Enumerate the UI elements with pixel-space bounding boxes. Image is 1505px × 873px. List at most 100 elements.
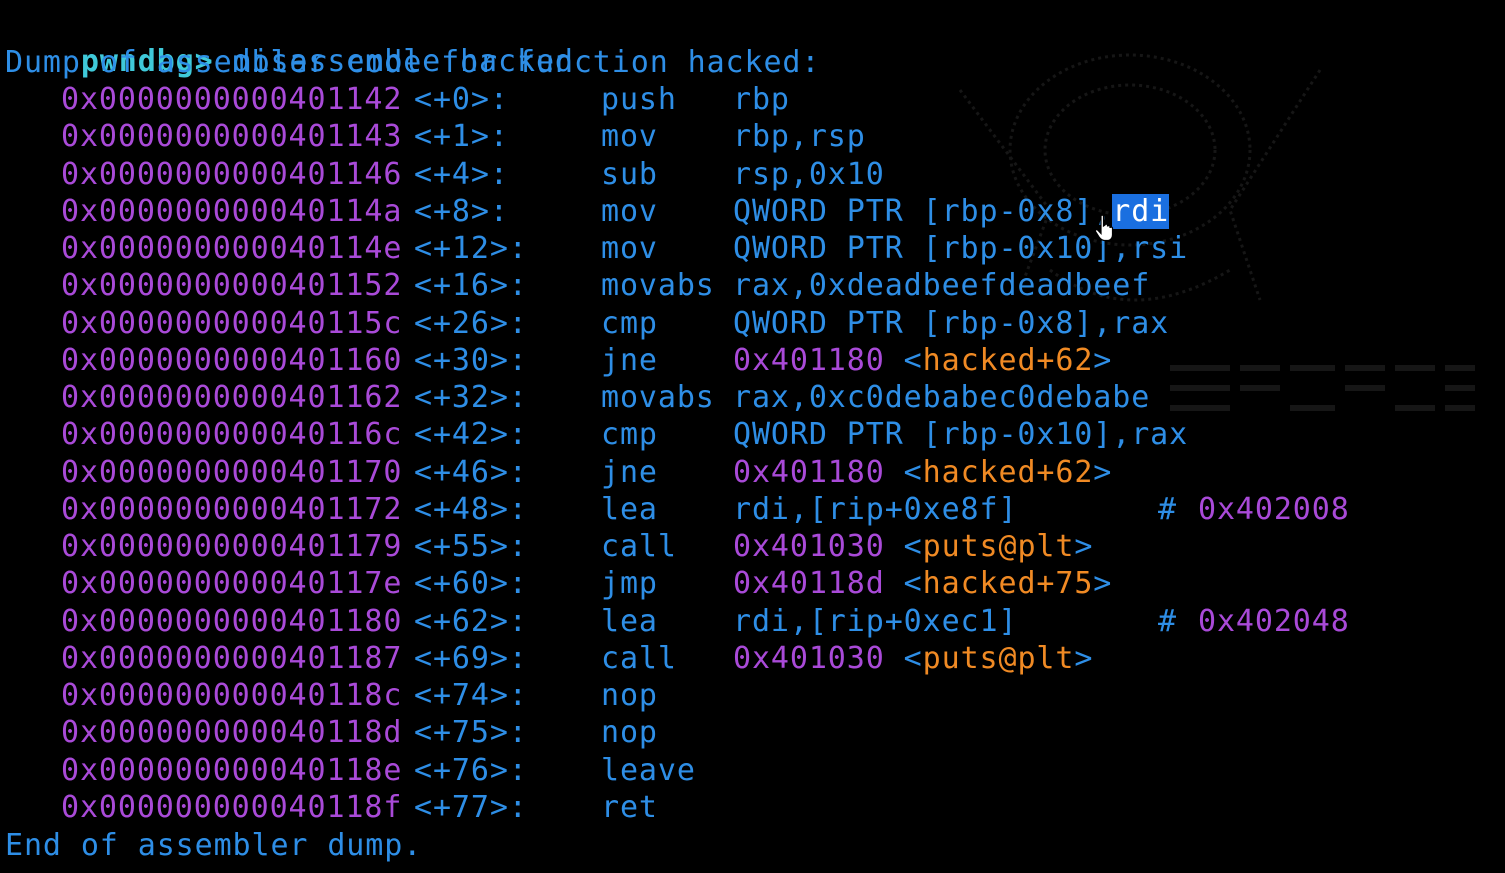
instruction-mnemonic: cmp: [601, 305, 658, 341]
comment-hash: #: [1158, 491, 1177, 527]
disassembly-row: 0x000000000040114a <+8>: mov QWORD PTR [rbp…: [0, 193, 1505, 230]
operands-text: QWORD PTR [rbp-0x8],rax: [733, 305, 1170, 341]
disassembly-row: 0x000000000040117e <+60>: jmp 0x40118d <hac…: [0, 565, 1505, 602]
dump-header: Dump of assembler code for function hack…: [5, 45, 821, 80]
instruction-mnemonic: movabs: [601, 268, 715, 304]
instruction-address: 0x0000000000401170: [61, 454, 403, 490]
instruction-address: 0x0000000000401179: [61, 529, 403, 564]
instruction-address: 0x000000000040114e: [61, 231, 403, 266]
instruction-offset: <+48>:: [414, 491, 528, 527]
target-address: 0x401180: [733, 454, 885, 490]
instruction-offset: <+76>:: [414, 752, 528, 788]
instruction-offset: <+4>:: [414, 156, 509, 192]
command-line[interactable]: pwndbg> disassemble hacked: [5, 6, 574, 79]
instruction-address: 0x0000000000401162: [61, 380, 403, 415]
disassembly-row: 0x0000000000401146 <+4>: sub rsp,0x10: [0, 156, 1505, 193]
operands-text: QWORD PTR [rbp-0x10],rax: [733, 417, 1189, 453]
instruction-mnemonic: nop: [601, 678, 658, 713]
disassembly-row: 0x0000000000401172 <+48>: lea rdi,[rip+0xe8…: [0, 491, 1505, 528]
instruction-address: 0x0000000000401142: [61, 82, 403, 117]
instruction-offset: <+75>:: [414, 715, 528, 751]
symbol-close-bracket: >: [1093, 566, 1113, 602]
branch-target: 0x401180 <hacked+62>: [733, 454, 1112, 491]
instruction-operands: QWORD PTR [rbp-0x10],rsi: [733, 230, 1188, 267]
instruction-address: 0x000000000040118c: [61, 678, 403, 713]
instruction-address: 0x000000000040116c: [61, 417, 403, 453]
instruction-operands: rax,0xdeadbeefdeadbeef: [733, 267, 1150, 304]
instruction-offset: <+77>:: [414, 789, 528, 825]
instruction-address: 0x000000000040114a: [61, 193, 403, 229]
instruction-address: 0x000000000040118d: [61, 715, 403, 751]
instruction-operands: QWORD PTR [rbp-0x10],rax: [733, 416, 1188, 453]
target-symbol: puts@plt: [922, 529, 1075, 564]
instruction-mnemonic: mov: [601, 193, 658, 229]
instruction-offset: <+16>:: [414, 268, 528, 304]
disassembly-row: 0x0000000000401143 <+1>: mov rbp,rsp: [0, 118, 1505, 155]
instruction-address: 0x000000000040117e: [61, 566, 403, 602]
instruction-address: 0x000000000040115c: [61, 305, 403, 341]
symbol-open-bracket: <: [884, 640, 923, 676]
symbol-close-bracket: >: [1093, 454, 1113, 490]
branch-target: 0x401030 <puts@plt>: [733, 528, 1093, 565]
target-symbol: hacked+62: [922, 454, 1094, 490]
instruction-offset: <+32>:: [414, 380, 528, 415]
instruction-offset: <+8>:: [414, 193, 509, 229]
instruction-operands: rax,0xc0debabec0debabe: [733, 379, 1150, 416]
symbol-close-bracket: >: [1074, 640, 1094, 676]
symbol-close-bracket: >: [1074, 529, 1094, 564]
hand-pointer-icon: [1094, 214, 1114, 242]
operands-text: rdi,[rip+0xec1]: [733, 603, 1018, 639]
disassembly-row: 0x000000000040118f <+77>: ret: [0, 789, 1505, 826]
instruction-mnemonic: mov: [601, 231, 658, 266]
instruction-mnemonic: push: [601, 82, 677, 117]
symbol-open-bracket: <: [884, 566, 923, 602]
disassembly-row: 0x0000000000401170 <+46>: jne 0x401180 <hac…: [0, 454, 1505, 491]
target-symbol: puts@plt: [922, 640, 1075, 676]
instruction-address: 0x0000000000401152: [61, 268, 403, 304]
terminal-window[interactable]: pwndbg> disassemble hacked Dump of assem…: [0, 0, 1505, 873]
instruction-mnemonic: ret: [601, 789, 658, 825]
instruction-offset: <+55>:: [414, 529, 528, 564]
instruction-mnemonic: nop: [601, 715, 658, 751]
instruction-operands: rdi,[rip+0xec1]: [733, 603, 1017, 640]
disassembly-row: 0x0000000000401180 <+62>: lea rdi,[rip+0xec…: [0, 603, 1505, 640]
disassembly-row: 0x0000000000401179 <+55>: call 0x401030 <pu…: [0, 528, 1505, 565]
instruction-mnemonic: call: [601, 640, 677, 676]
symbol-open-bracket: <: [884, 454, 923, 490]
branch-target: 0x401030 <puts@plt>: [733, 640, 1093, 677]
branch-target: 0x401180 <hacked+62>: [733, 342, 1112, 379]
operands-text: rsp,0x10: [733, 156, 885, 192]
target-address: 0x401030: [733, 640, 885, 676]
instruction-mnemonic: jne: [601, 342, 658, 378]
operands-text: QWORD PTR [rbp-0x8],: [733, 193, 1113, 229]
instruction-mnemonic: jmp: [601, 566, 658, 602]
instruction-mnemonic: call: [601, 529, 677, 564]
symbol-open-bracket: <: [884, 342, 923, 378]
disassembly-row: 0x0000000000401162 <+32>: movabs rax,0xc0de…: [0, 379, 1505, 416]
instruction-offset: <+26>:: [414, 305, 528, 341]
instruction-operands: rbp: [733, 81, 790, 118]
instruction-address: 0x0000000000401172: [61, 491, 403, 527]
selected-text-highlight[interactable]: rdi: [1112, 193, 1170, 229]
instruction-address: 0x0000000000401187: [61, 640, 403, 676]
instruction-address: 0x0000000000401143: [61, 119, 403, 155]
target-symbol: hacked+62: [922, 342, 1094, 378]
disassembly-row: 0x0000000000401152 <+16>: movabs rax,0xdead…: [0, 267, 1505, 304]
disassembly-row: 0x000000000040118c <+74>: nop: [0, 677, 1505, 714]
instruction-mnemonic: movabs: [601, 380, 715, 415]
instruction-operands: rbp,rsp: [733, 118, 866, 155]
operands-text: rax,0xc0debabec0debabe: [733, 380, 1151, 415]
disassembly-row: 0x000000000040118d <+75>: nop: [0, 714, 1505, 751]
instruction-operands: QWORD PTR [rbp-0x8],rax: [733, 305, 1169, 342]
disassembly-row: 0x000000000040118e <+76>: leave: [0, 752, 1505, 789]
instruction-offset: <+62>:: [414, 603, 528, 639]
operands-text: rax,0xdeadbeefdeadbeef: [733, 268, 1151, 304]
disassembly-row: 0x000000000040115c <+26>: cmp QWORD PTR [rb…: [0, 305, 1505, 342]
disassembly-row: 0x000000000040116c <+42>: cmp QWORD PTR [rb…: [0, 416, 1505, 453]
instruction-offset: <+46>:: [414, 454, 528, 490]
instruction-offset: <+1>:: [414, 119, 509, 155]
disassembly-row: 0x0000000000401142 <+0>: push rbp: [0, 81, 1505, 118]
instruction-mnemonic: lea: [601, 603, 658, 639]
disassembly-row: 0x000000000040114e <+12>: mov QWORD PTR [rb…: [0, 230, 1505, 267]
instruction-address: 0x0000000000401160: [61, 342, 403, 378]
